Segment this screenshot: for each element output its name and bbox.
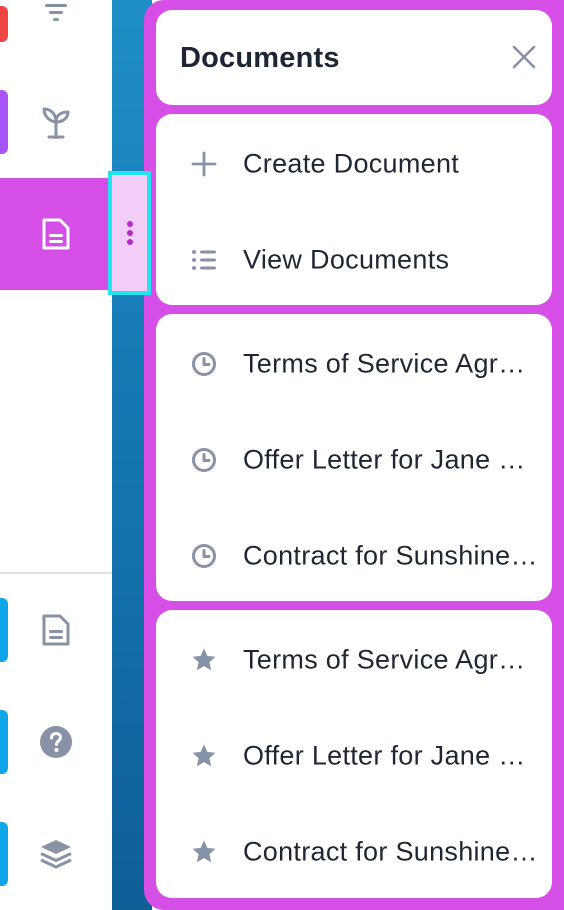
documents-panel: Documents Create Document View Documents… bbox=[144, 0, 564, 910]
rail-item-documents[interactable] bbox=[0, 178, 112, 290]
recent-documents-section: Terms of Service Agreement Offer Letter … bbox=[156, 314, 552, 601]
plus-icon bbox=[190, 150, 218, 178]
rail-item-filter[interactable] bbox=[0, 0, 112, 70]
rail-accent bbox=[0, 710, 8, 774]
clock-icon bbox=[190, 542, 218, 570]
view-documents-label: View Documents bbox=[243, 244, 450, 275]
starred-document-item[interactable]: Offer Letter for Jane Doe bbox=[156, 708, 552, 804]
close-icon bbox=[512, 45, 536, 74]
starred-document-label: Contract for Sunshine Inc bbox=[243, 836, 538, 867]
recent-document-item[interactable]: Contract for Sunshine Inc bbox=[156, 508, 552, 604]
recent-document-item[interactable]: Offer Letter for Jane Doe bbox=[156, 412, 552, 508]
rail-item-layers[interactable] bbox=[0, 798, 112, 910]
starred-document-label: Offer Letter for Jane Doe bbox=[243, 740, 538, 771]
rail-accent bbox=[0, 822, 8, 886]
rail-accent bbox=[0, 90, 8, 154]
nav-rail bbox=[0, 0, 112, 910]
create-document-button[interactable]: Create Document bbox=[156, 116, 552, 212]
document-icon bbox=[40, 217, 72, 251]
actions-section: Create Document View Documents bbox=[156, 114, 552, 305]
view-documents-button[interactable]: View Documents bbox=[156, 212, 552, 308]
recent-document-label: Contract for Sunshine Inc bbox=[243, 540, 538, 571]
star-icon bbox=[190, 742, 218, 770]
star-icon bbox=[190, 646, 218, 674]
rail-accent bbox=[0, 6, 8, 42]
starred-document-item[interactable]: Contract for Sunshine Inc bbox=[156, 804, 552, 900]
sprout-icon bbox=[41, 105, 71, 139]
rail-item-sprout[interactable] bbox=[0, 66, 112, 178]
rail-accent bbox=[0, 598, 8, 662]
starred-document-label: Terms of Service Agreement bbox=[243, 644, 538, 675]
recent-document-item[interactable]: Terms of Service Agreement bbox=[156, 316, 552, 412]
star-icon bbox=[190, 838, 218, 866]
clock-icon bbox=[190, 446, 218, 474]
create-document-label: Create Document bbox=[243, 148, 460, 179]
rail-item-help[interactable] bbox=[0, 686, 112, 798]
starred-document-item[interactable]: Terms of Service Agreement bbox=[156, 612, 552, 708]
filter-icon bbox=[43, 0, 69, 26]
vertical-dots-icon bbox=[126, 221, 133, 245]
close-button[interactable] bbox=[510, 45, 538, 73]
recent-document-label: Terms of Service Agreement bbox=[243, 348, 538, 379]
help-icon bbox=[39, 725, 73, 759]
layers-icon bbox=[38, 837, 74, 871]
panel-title: Documents bbox=[180, 42, 340, 74]
recent-document-label: Offer Letter for Jane Doe bbox=[243, 444, 538, 475]
document-icon bbox=[40, 613, 72, 647]
starred-documents-section: Terms of Service Agreement Offer Letter … bbox=[156, 610, 552, 898]
list-icon bbox=[190, 246, 218, 274]
rail-item-docs-secondary[interactable] bbox=[0, 574, 112, 686]
more-options-handle[interactable] bbox=[108, 171, 151, 295]
clock-icon bbox=[190, 350, 218, 378]
panel-header: Documents bbox=[156, 10, 552, 105]
